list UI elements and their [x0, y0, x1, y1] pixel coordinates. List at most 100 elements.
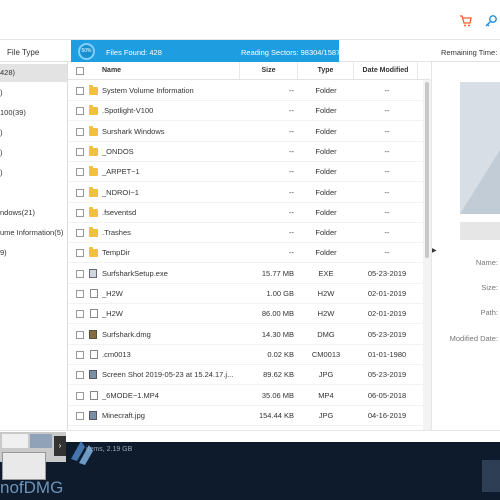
file-size: 15.77 MB	[261, 268, 294, 278]
file-date-modified: 02-01-2019	[367, 289, 407, 298]
file-icon	[90, 309, 98, 319]
file-name: System Volume Information	[102, 86, 194, 95]
file-size: --	[289, 106, 294, 116]
preview-button[interactable]	[460, 222, 500, 240]
sidebar-category-item[interactable]: 9)	[0, 244, 67, 262]
row-checkbox[interactable]	[76, 371, 84, 380]
app-window: File Type 50% Files Found: 428 Reading S…	[0, 0, 500, 500]
file-type: DMG	[317, 329, 335, 339]
footer-action-button[interactable]	[482, 460, 500, 492]
row-checkbox[interactable]	[76, 350, 84, 359]
row-checkbox[interactable]	[76, 87, 84, 95]
sidebar-category-item[interactable]: )	[0, 84, 67, 102]
file-name: _H2W	[102, 289, 123, 298]
reading-sectors-status: Reading Sectors: 98304/15872000	[241, 48, 357, 57]
file-type: CM0013	[311, 349, 341, 359]
image-file-icon	[89, 370, 97, 380]
file-type: Folder	[315, 86, 337, 95]
watermark-text: nofDMG	[0, 478, 64, 497]
file-date-modified: --	[384, 248, 390, 258]
row-checkbox[interactable]	[76, 188, 84, 197]
row-checkbox[interactable]	[76, 127, 84, 136]
collapse-panel-arrow-icon[interactable]: ▶	[432, 247, 437, 254]
table-row[interactable]: SurfsharkSetup.exe 15.77 MB EXE 05-23-2019	[68, 264, 430, 284]
sidebar-category-item[interactable]: )	[0, 124, 67, 142]
file-size: 86.00 MB	[261, 309, 294, 319]
file-date-modified: --	[384, 167, 390, 177]
row-checkbox[interactable]	[76, 107, 84, 116]
thumbnail-next-arrow-icon[interactable]: ›	[54, 436, 66, 456]
table-row[interactable]: _ARPET~1 -- Folder --	[68, 162, 430, 183]
table-scrollbar-thumb[interactable]	[425, 82, 429, 258]
row-checkbox[interactable]	[76, 310, 84, 319]
table-row[interactable]: .cm0013 0.02 KB CM0013 01-01-1980	[68, 345, 430, 365]
column-header-name[interactable]: Name	[102, 62, 240, 80]
row-checkbox[interactable]	[76, 208, 84, 217]
top-header	[0, 0, 500, 40]
table-row[interactable]: TempDir -- Folder --	[68, 243, 430, 264]
column-header-type[interactable]: Type	[298, 62, 354, 80]
file-type: H2W	[317, 289, 335, 298]
dmg-file-icon	[89, 329, 97, 339]
row-checkbox[interactable]	[76, 269, 84, 278]
table-row[interactable]: Surfshark.dmg 14.30 MB DMG 05-23-2019	[68, 325, 430, 345]
table-row[interactable]: _H2W 1.00 GB H2W 02-01-2019	[68, 284, 430, 304]
table-row[interactable]: .Trashes -- Folder --	[68, 223, 430, 244]
dock-thumbnail[interactable]	[2, 434, 28, 448]
table-row[interactable]: System Volume Information -- Folder --	[68, 81, 430, 101]
file-icon	[90, 289, 98, 298]
sidebar-category-item[interactable]: ndows(21)	[0, 204, 67, 222]
file-date-modified: --	[384, 106, 390, 116]
row-checkbox[interactable]	[76, 391, 84, 400]
file-date-modified: 05-23-2019	[367, 268, 407, 278]
column-header-date-modified[interactable]: Date Modified	[354, 62, 418, 80]
table-row[interactable]: Minecraft.jpg 154.44 KB JPG 04-16-2019	[68, 406, 430, 426]
file-type-tab-label[interactable]: File Type	[7, 48, 39, 57]
file-name: _H2W	[102, 309, 123, 319]
row-checkbox[interactable]	[76, 411, 84, 420]
folder-icon	[89, 247, 98, 258]
select-all-checkbox[interactable]	[76, 67, 84, 75]
dock-thumbnail[interactable]	[30, 434, 52, 448]
row-checkbox[interactable]	[76, 229, 84, 238]
row-checkbox[interactable]	[76, 249, 84, 258]
row-checkbox[interactable]	[76, 290, 84, 298]
table-row[interactable]: .fseventsd -- Folder --	[68, 203, 430, 223]
file-size: --	[289, 146, 294, 156]
table-row[interactable]: _6MODE~1.MP4 35.06 MB MP4 06-05-2018	[68, 386, 430, 406]
file-list-table: Name Size Type Date Modified System Volu…	[68, 62, 430, 442]
cart-icon[interactable]	[459, 14, 473, 28]
dock-thumbnail[interactable]	[2, 452, 46, 480]
file-name: Surfshark.dmg	[102, 329, 151, 339]
table-row[interactable]: _NDROI~1 -- Folder --	[68, 183, 430, 203]
row-checkbox[interactable]	[76, 168, 84, 177]
exe-file-icon	[89, 268, 97, 278]
sidebar-category-item[interactable]: 428)	[0, 64, 67, 82]
file-size: --	[289, 228, 294, 238]
table-row[interactable]: _H2W 86.00 MB H2W 02-01-2019	[68, 304, 430, 325]
file-date-modified: --	[384, 187, 390, 197]
sidebar-category-item[interactable]	[0, 184, 67, 202]
preview-path-label: Path:	[480, 308, 498, 317]
table-row[interactable]: Screen Shot 2019-05-23 at 15.24.17.j... 8…	[68, 365, 430, 386]
table-row[interactable]: .Spotlight-V100 -- Folder --	[68, 101, 430, 122]
file-size: --	[289, 187, 294, 197]
file-date-modified: --	[384, 228, 390, 238]
file-name: _6MODE~1.MP4	[102, 390, 159, 400]
sidebar-category-item[interactable]: 100(39)	[0, 104, 67, 122]
files-found-count: Files Found: 428	[106, 48, 162, 57]
sidebar-category-item[interactable]: ume Information(5)	[0, 224, 67, 242]
file-type: Folder	[315, 207, 337, 217]
file-date-modified: --	[384, 126, 390, 136]
sidebar-category-item[interactable]: )	[0, 164, 67, 182]
row-checkbox[interactable]	[76, 147, 84, 156]
file-date-modified: --	[384, 207, 390, 217]
key-icon[interactable]	[484, 14, 498, 28]
row-checkbox[interactable]	[76, 330, 84, 339]
column-header-size[interactable]: Size	[240, 62, 298, 80]
file-name: .fseventsd	[102, 207, 137, 217]
table-row[interactable]: Surshark Windows -- Folder --	[68, 122, 430, 142]
file-icon	[90, 390, 98, 400]
sidebar-category-item[interactable]: )	[0, 144, 67, 162]
table-row[interactable]: _ONDOS -- Folder --	[68, 142, 430, 162]
